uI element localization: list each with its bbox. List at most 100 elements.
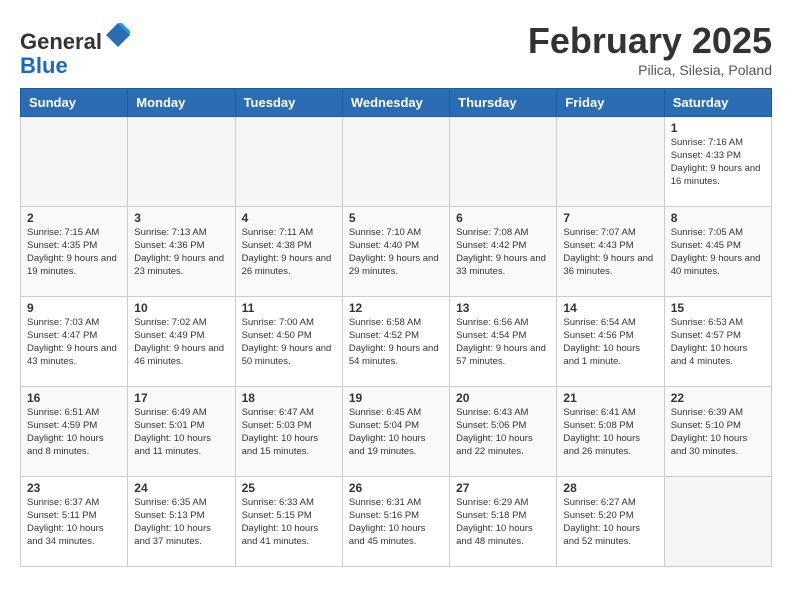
day-number: 3 bbox=[134, 211, 228, 225]
day-number: 27 bbox=[456, 481, 550, 495]
week-row-1: 2Sunrise: 7:15 AM Sunset: 4:35 PM Daylig… bbox=[21, 207, 772, 297]
month-title: February 2025 bbox=[528, 20, 772, 62]
weekday-header-saturday: Saturday bbox=[664, 89, 771, 117]
day-number: 19 bbox=[349, 391, 443, 405]
day-info: Sunrise: 7:10 AM Sunset: 4:40 PM Dayligh… bbox=[349, 227, 443, 278]
calendar-cell bbox=[235, 117, 342, 207]
calendar-cell: 23 Sunrise: 6:37 AM Sunset: 5:11 PM Dayli… bbox=[21, 477, 128, 567]
calendar-cell: 9 Sunrise: 7:03 AM Sunset: 4:47 PM Daylig… bbox=[21, 297, 128, 387]
day-number: 4 bbox=[242, 211, 336, 225]
logo-blue-text: Blue bbox=[20, 53, 68, 78]
week-row-0: 1 Sunrise: 7:16 AM Sunset: 4:33 PM Daylig… bbox=[21, 117, 772, 207]
day-info: Sunrise: 6:41 AM Sunset: 5:08 PM Dayligh… bbox=[563, 407, 657, 458]
weekday-header-sunday: Sunday bbox=[21, 89, 128, 117]
logo-general-text: General bbox=[20, 29, 102, 54]
calendar-cell: 15 Sunrise: 6:53 AM Sunset: 4:57 PM Dayli… bbox=[664, 297, 771, 387]
day-info: Sunrise: 6:35 AM Sunset: 5:13 PM Dayligh… bbox=[134, 497, 228, 548]
day-info: Sunrise: 7:07 AM Sunset: 4:43 PM Dayligh… bbox=[563, 227, 657, 278]
day-number: 28 bbox=[563, 481, 657, 495]
day-info: Sunrise: 6:39 AM Sunset: 5:10 PM Dayligh… bbox=[671, 407, 765, 458]
calendar-cell bbox=[342, 117, 449, 207]
weekday-header-wednesday: Wednesday bbox=[342, 89, 449, 117]
day-number: 11 bbox=[242, 301, 336, 315]
day-number: 18 bbox=[242, 391, 336, 405]
calendar-cell: 27 Sunrise: 6:29 AM Sunset: 5:18 PM Dayli… bbox=[450, 477, 557, 567]
day-number: 20 bbox=[456, 391, 550, 405]
calendar-cell: 12 Sunrise: 6:58 AM Sunset: 4:52 PM Dayli… bbox=[342, 297, 449, 387]
calendar-cell: 6 Sunrise: 7:08 AM Sunset: 4:42 PM Daylig… bbox=[450, 207, 557, 297]
day-number: 22 bbox=[671, 391, 765, 405]
day-info: Sunrise: 6:45 AM Sunset: 5:04 PM Dayligh… bbox=[349, 407, 443, 458]
calendar-cell: 20 Sunrise: 6:43 AM Sunset: 5:06 PM Dayli… bbox=[450, 387, 557, 477]
calendar-cell bbox=[557, 117, 664, 207]
day-number: 9 bbox=[27, 301, 121, 315]
logo: General Blue bbox=[20, 25, 132, 78]
calendar-cell: 28 Sunrise: 6:27 AM Sunset: 5:20 PM Dayli… bbox=[557, 477, 664, 567]
day-number: 21 bbox=[563, 391, 657, 405]
calendar-cell: 26Sunrise: 6:31 AM Sunset: 5:16 PM Dayli… bbox=[342, 477, 449, 567]
day-info: Sunrise: 6:29 AM Sunset: 5:18 PM Dayligh… bbox=[456, 497, 550, 548]
location-text: Pilica, Silesia, Poland bbox=[528, 62, 772, 78]
day-info: Sunrise: 7:15 AM Sunset: 4:35 PM Dayligh… bbox=[27, 227, 121, 278]
day-info: Sunrise: 7:08 AM Sunset: 4:42 PM Dayligh… bbox=[456, 227, 550, 278]
day-info: Sunrise: 6:31 AM Sunset: 5:16 PM Dayligh… bbox=[349, 497, 443, 548]
day-info: Sunrise: 7:00 AM Sunset: 4:50 PM Dayligh… bbox=[242, 317, 336, 368]
calendar-cell: 16Sunrise: 6:51 AM Sunset: 4:59 PM Dayli… bbox=[21, 387, 128, 477]
calendar-cell: 10 Sunrise: 7:02 AM Sunset: 4:49 PM Dayli… bbox=[128, 297, 235, 387]
calendar-cell bbox=[450, 117, 557, 207]
calendar-table: SundayMondayTuesdayWednesdayThursdayFrid… bbox=[20, 88, 772, 567]
calendar-cell: 3 Sunrise: 7:13 AM Sunset: 4:36 PM Daylig… bbox=[128, 207, 235, 297]
weekday-header-friday: Friday bbox=[557, 89, 664, 117]
day-number: 13 bbox=[456, 301, 550, 315]
day-number: 1 bbox=[671, 121, 765, 135]
day-number: 8 bbox=[671, 211, 765, 225]
calendar-cell: 18 Sunrise: 6:47 AM Sunset: 5:03 PM Dayli… bbox=[235, 387, 342, 477]
day-info: Sunrise: 7:11 AM Sunset: 4:38 PM Dayligh… bbox=[242, 227, 336, 278]
day-number: 24 bbox=[134, 481, 228, 495]
calendar-cell: 7 Sunrise: 7:07 AM Sunset: 4:43 PM Daylig… bbox=[557, 207, 664, 297]
day-info: Sunrise: 6:33 AM Sunset: 5:15 PM Dayligh… bbox=[242, 497, 336, 548]
day-number: 17 bbox=[134, 391, 228, 405]
day-info: Sunrise: 6:43 AM Sunset: 5:06 PM Dayligh… bbox=[456, 407, 550, 458]
calendar-cell bbox=[21, 117, 128, 207]
day-info: Sunrise: 7:02 AM Sunset: 4:49 PM Dayligh… bbox=[134, 317, 228, 368]
weekday-header-row: SundayMondayTuesdayWednesdayThursdayFrid… bbox=[21, 89, 772, 117]
calendar-cell: 8Sunrise: 7:05 AM Sunset: 4:45 PM Daylig… bbox=[664, 207, 771, 297]
day-info: Sunrise: 6:58 AM Sunset: 4:52 PM Dayligh… bbox=[349, 317, 443, 368]
day-number: 5 bbox=[349, 211, 443, 225]
day-info: Sunrise: 7:16 AM Sunset: 4:33 PM Dayligh… bbox=[671, 137, 765, 188]
day-info: Sunrise: 6:37 AM Sunset: 5:11 PM Dayligh… bbox=[27, 497, 121, 548]
day-info: Sunrise: 6:47 AM Sunset: 5:03 PM Dayligh… bbox=[242, 407, 336, 458]
weekday-header-monday: Monday bbox=[128, 89, 235, 117]
calendar-cell: 4 Sunrise: 7:11 AM Sunset: 4:38 PM Daylig… bbox=[235, 207, 342, 297]
day-number: 12 bbox=[349, 301, 443, 315]
day-info: Sunrise: 6:49 AM Sunset: 5:01 PM Dayligh… bbox=[134, 407, 228, 458]
calendar-cell: 14Sunrise: 6:54 AM Sunset: 4:56 PM Dayli… bbox=[557, 297, 664, 387]
logo-icon bbox=[104, 21, 132, 49]
calendar-cell: 22 Sunrise: 6:39 AM Sunset: 5:10 PM Dayli… bbox=[664, 387, 771, 477]
day-info: Sunrise: 6:53 AM Sunset: 4:57 PM Dayligh… bbox=[671, 317, 765, 368]
calendar-cell: 5 Sunrise: 7:10 AM Sunset: 4:40 PM Daylig… bbox=[342, 207, 449, 297]
weekday-header-tuesday: Tuesday bbox=[235, 89, 342, 117]
day-number: 25 bbox=[242, 481, 336, 495]
calendar-cell: 17 Sunrise: 6:49 AM Sunset: 5:01 PM Dayli… bbox=[128, 387, 235, 477]
week-row-4: 23 Sunrise: 6:37 AM Sunset: 5:11 PM Dayli… bbox=[21, 477, 772, 567]
day-info: Sunrise: 6:54 AM Sunset: 4:56 PM Dayligh… bbox=[563, 317, 657, 368]
title-area: February 2025 Pilica, Silesia, Poland bbox=[528, 20, 772, 78]
day-info: Sunrise: 7:13 AM Sunset: 4:36 PM Dayligh… bbox=[134, 227, 228, 278]
day-number: 10 bbox=[134, 301, 228, 315]
day-info: Sunrise: 6:51 AM Sunset: 4:59 PM Dayligh… bbox=[27, 407, 121, 458]
calendar-cell: 11 Sunrise: 7:00 AM Sunset: 4:50 PM Dayli… bbox=[235, 297, 342, 387]
day-number: 15 bbox=[671, 301, 765, 315]
week-row-2: 9 Sunrise: 7:03 AM Sunset: 4:47 PM Daylig… bbox=[21, 297, 772, 387]
day-number: 23 bbox=[27, 481, 121, 495]
calendar-cell: 25 Sunrise: 6:33 AM Sunset: 5:15 PM Dayli… bbox=[235, 477, 342, 567]
day-number: 7 bbox=[563, 211, 657, 225]
page-header: General Blue February 2025 Pilica, Siles… bbox=[20, 20, 772, 78]
calendar-cell: 2Sunrise: 7:15 AM Sunset: 4:35 PM Daylig… bbox=[21, 207, 128, 297]
day-number: 6 bbox=[456, 211, 550, 225]
calendar-cell: 21 Sunrise: 6:41 AM Sunset: 5:08 PM Dayli… bbox=[557, 387, 664, 477]
calendar-cell: 24 Sunrise: 6:35 AM Sunset: 5:13 PM Dayli… bbox=[128, 477, 235, 567]
day-info: Sunrise: 6:27 AM Sunset: 5:20 PM Dayligh… bbox=[563, 497, 657, 548]
day-info: Sunrise: 7:03 AM Sunset: 4:47 PM Dayligh… bbox=[27, 317, 121, 368]
